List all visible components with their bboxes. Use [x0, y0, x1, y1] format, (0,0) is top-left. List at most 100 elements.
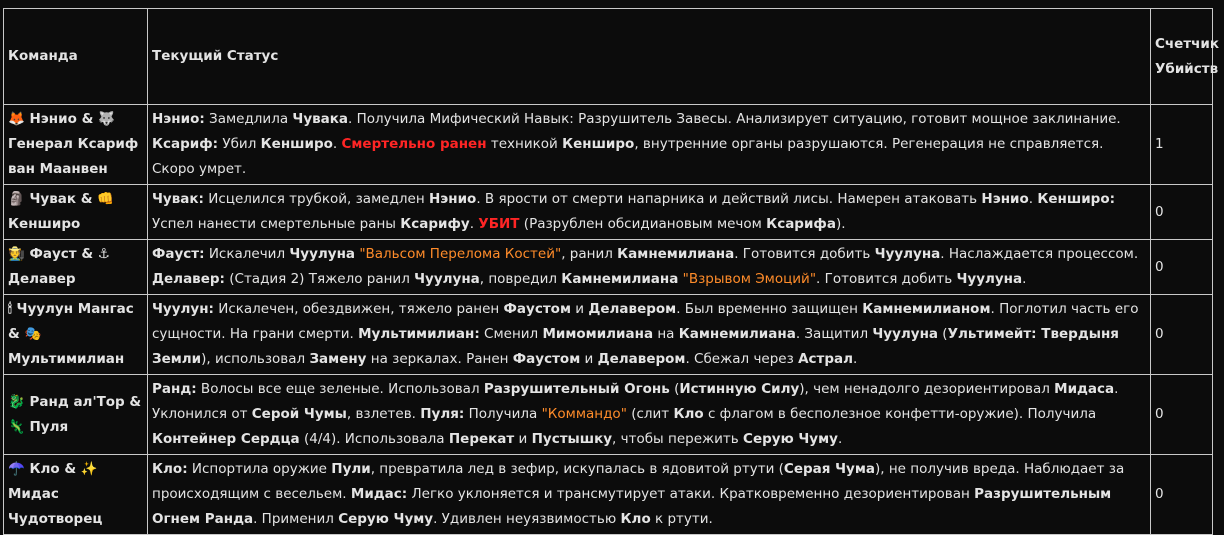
bold-name: Чуулуна — [414, 271, 480, 287]
text-fragment: . Применил — [253, 511, 339, 527]
bold-name: Ксарифа — [766, 216, 836, 232]
bold-name: Чуулуна — [956, 271, 1023, 287]
text-fragment: 🕯 Чуулун Мангас & 🎭 Мультимилиан — [8, 301, 134, 367]
ability-name: "Взрывом Эмоций" — [682, 271, 817, 287]
text-fragment: на — [653, 326, 679, 342]
status-cell: Кло: Испортила оружие Пули, превратила л… — [147, 454, 1151, 535]
kill-count-cell: 0 — [1150, 374, 1213, 455]
text-fragment: . Наслаждается процессом. — [940, 246, 1139, 262]
bold-name: Чувака — [292, 111, 349, 127]
text-fragment: к ртути. — [650, 511, 713, 527]
bold-name: Астрал — [798, 351, 854, 367]
bold-name: Фауст: — [152, 246, 205, 262]
bold-name: Разрушительный Огонь — [483, 381, 670, 397]
kill-count-cell: 0 — [1150, 184, 1213, 240]
bold-name: Чуулуна — [874, 246, 941, 262]
bold-name: Делавер: — [152, 271, 225, 287]
ability-name: "Вальсом Перелома Костей" — [359, 246, 562, 262]
bold-name: Фаустом — [512, 351, 581, 367]
bold-name: Пустышку — [531, 431, 613, 447]
text-fragment: (слит — [626, 406, 674, 422]
text-fragment: 🗿 Чувак & 👊 Кенширо — [8, 191, 115, 232]
bold-name: Мультимилиан: — [358, 326, 480, 342]
text-fragment: . Удивлен неуязвимостью — [433, 511, 621, 527]
text-fragment: на зеркалах. Ранен — [366, 351, 513, 367]
bold-name: Серой Чумы — [251, 406, 347, 422]
status-cell: Чувак: Исцелился трубкой, замедлен Нэнио… — [147, 184, 1151, 240]
bold-name: Чуулун: — [152, 301, 214, 317]
bold-name: Делавером — [588, 301, 677, 317]
text-fragment: , ранил — [561, 246, 618, 262]
text-fragment: техникой — [486, 136, 563, 152]
bold-name: Кенширо: — [1037, 191, 1116, 207]
status-cell: Нэнио: Замедлила Чувака. Получила Мифиче… — [147, 104, 1151, 185]
bold-name: Чувак: — [152, 191, 204, 207]
text-fragment: , превратила лед в зефир, искупалась в я… — [370, 461, 784, 477]
bold-name: Мидаса — [1054, 381, 1115, 397]
text-fragment: , чтобы пережить — [612, 431, 744, 447]
bold-name: Ксариф: — [152, 136, 219, 152]
text-fragment: и — [570, 301, 589, 317]
team-cell: 🗿 Чувак & 👊 Кенширо — [3, 184, 148, 240]
bold-name: Камнемилианом — [862, 301, 991, 317]
bold-name: Кло — [673, 406, 704, 422]
text-fragment: Исцелился трубкой, замедлен — [203, 191, 429, 207]
text-fragment: . Был временно защищен — [676, 301, 863, 317]
text-fragment: Искалечен, обездвижен, тяжело ранен — [213, 301, 504, 317]
text-fragment: с флагом в бесполезное конфетти-оружие).… — [703, 406, 1097, 422]
bold-name: Серую Чуму — [743, 431, 838, 447]
text-fragment: 🦊 Нэнио & 🐺 Генерал Ксариф ван Маанвен — [8, 111, 139, 177]
status-cell: Фауст: Искалечил Чуулуна "Вальсом Перело… — [147, 239, 1151, 295]
text-fragment: Получила — [464, 406, 542, 422]
kill-count-cell: 0 — [1150, 239, 1213, 295]
table-row: 🕯 Чуулун Мангас & 🎭 Мультимилиан Чуулун: … — [3, 294, 1213, 375]
bold-name: Истинную Силу — [679, 381, 800, 397]
table-row: 🐉 Ранд ал'Тор & 🦎 Пуля Ранд: Волосы все е… — [3, 374, 1213, 455]
table-row: ☂️ Кло & ✨ Мидас Чудотворец Кло: Испортил… — [3, 454, 1213, 535]
bold-name: Кенширо — [260, 136, 333, 152]
text-fragment: ☂️ Кло & ✨ Мидас Чудотворец — [8, 461, 103, 527]
text-fragment: (Разрублен обсидиановым мечом — [519, 216, 767, 232]
text-fragment: . — [853, 351, 858, 367]
table-row: 🦊 Нэнио & 🐺 Генерал Ксариф ван Маанвен Нэ… — [3, 104, 1213, 185]
bold-name: Камнемилиана — [678, 326, 796, 342]
bold-name: Мидас: — [350, 486, 408, 502]
text-fragment: , повредил — [479, 271, 562, 287]
text-fragment: ( — [669, 381, 680, 397]
text-fragment: 🧑‍🌾 Фауст & ⚓ Делавер — [8, 246, 110, 287]
ability-name: "Коммандо" — [541, 406, 627, 422]
bold-name: Чуулуна — [872, 326, 939, 342]
status-cell: Чуулун: Искалечен, обездвижен, тяжело ра… — [147, 294, 1151, 375]
text-fragment: (Стадия 2) Тяжело ранил — [224, 271, 415, 287]
bold-name: Перекат — [448, 431, 515, 447]
bold-name: Делавером — [597, 351, 686, 367]
team-cell: ☂️ Кло & ✨ Мидас Чудотворец — [3, 454, 148, 535]
text-fragment: Легко уклоняется и трансмутирует атаки. … — [407, 486, 975, 502]
text-fragment: Волосы все еще зеленые. Использовал — [196, 381, 484, 397]
status-table: Команда Текущий Статус Счетчик Убийств 🦊… — [3, 8, 1219, 535]
header-team: Команда — [3, 8, 148, 105]
text-fragment: Сменил — [479, 326, 543, 342]
bold-name: Кенширо — [562, 136, 635, 152]
bold-name: Нэнио — [981, 191, 1029, 207]
text-fragment: . Получила Мифический Навык: Разрушитель… — [348, 111, 1121, 127]
alert-text: УБИТ — [478, 216, 520, 232]
text-fragment: и — [514, 431, 532, 447]
text-fragment: . Готовится добить — [816, 271, 957, 287]
text-fragment: . Сбежал через — [685, 351, 799, 367]
kill-count-cell: 0 — [1150, 454, 1213, 535]
text-fragment: . Готовится добить — [734, 246, 875, 262]
header-kills: Счетчик Убийств — [1150, 8, 1219, 105]
bold-name: Пули — [331, 461, 371, 477]
bold-name: Ранд: — [152, 381, 197, 397]
team-cell: 🧑‍🌾 Фауст & ⚓ Делавер — [3, 239, 148, 295]
team-cell: 🐉 Ранд ал'Тор & 🦎 Пуля — [3, 374, 148, 455]
bold-name: Серую Чуму — [338, 511, 434, 527]
text-fragment: . Защитил — [795, 326, 873, 342]
text-fragment: ), чем ненадолго дезориентировал — [799, 381, 1055, 397]
kill-count-cell: 0 — [1150, 294, 1213, 375]
bold-name: Ксарифу — [400, 216, 470, 232]
bold-name: Кло: — [152, 461, 188, 477]
text-fragment: Испортила оружие — [187, 461, 332, 477]
bold-name: Серая Чума — [783, 461, 875, 477]
